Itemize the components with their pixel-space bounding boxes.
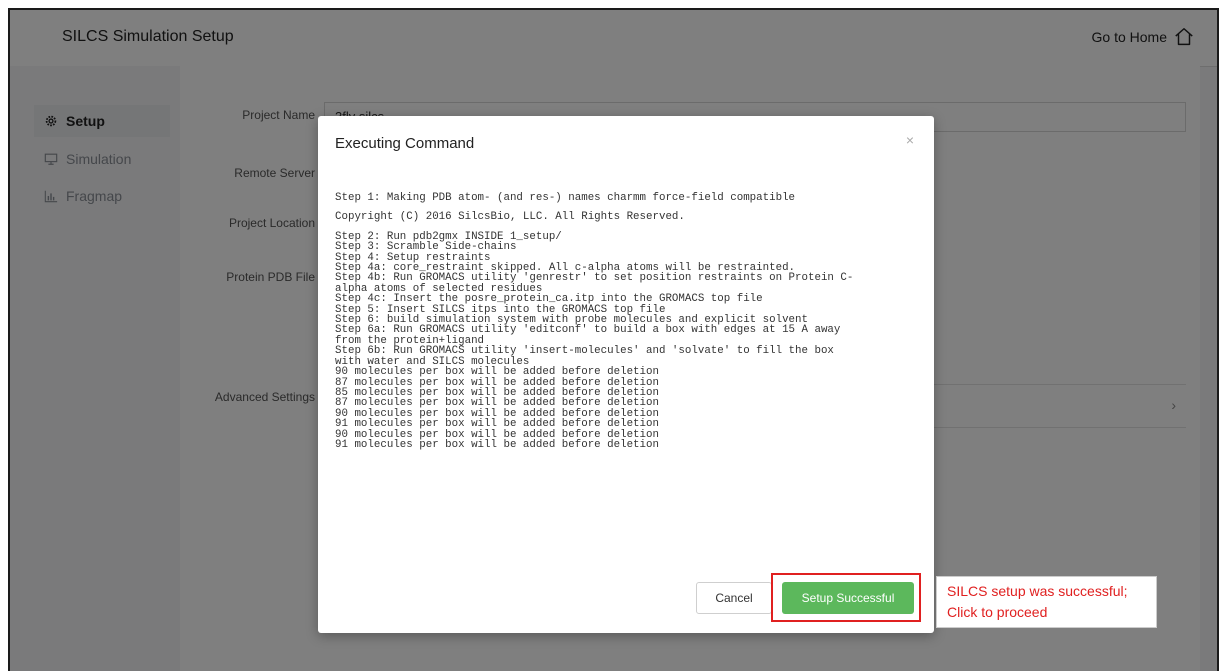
log-line: 91 molecules per box will be added befor… [335, 438, 659, 451]
annotation-callout: SILCS setup was successful; Click to pro… [936, 576, 1157, 628]
annotation-line-2: Click to proceed [947, 604, 1048, 620]
executing-command-dialog: Executing Command × Step 1: Making PDB a… [318, 116, 934, 633]
command-output-log: Step 1: Making PDB atom- (and res-) name… [335, 192, 920, 533]
dialog-title: Executing Command [335, 135, 475, 152]
cancel-button[interactable]: Cancel [696, 582, 772, 614]
annotation-line-1: SILCS setup was successful; [947, 583, 1128, 599]
log-line: Copyright (C) 2016 SilcsBio, LLC. All Ri… [335, 211, 685, 224]
log-line: 91 molecules per box will be added befor… [335, 418, 659, 431]
annotation-highlight-box [771, 573, 921, 622]
log-line: 90 molecules per box will be added befor… [335, 366, 659, 379]
log-line: Step 1: Making PDB atom- (and res-) name… [335, 192, 796, 204]
close-icon[interactable]: × [906, 132, 914, 148]
